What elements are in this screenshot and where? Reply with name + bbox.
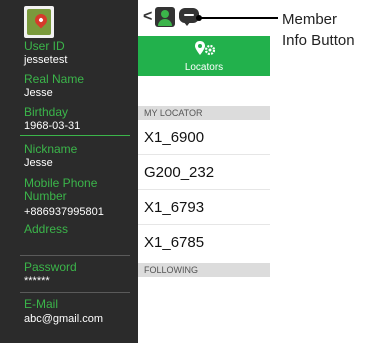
locator-item[interactable]: X1_6793 — [138, 191, 270, 225]
callout-label: Member Info Button — [282, 9, 378, 51]
locator-gear-icon — [195, 41, 216, 56]
password-value: ****** — [24, 275, 50, 287]
user-id-label: User ID — [24, 39, 65, 53]
address-label: Address — [24, 222, 69, 236]
divider — [20, 135, 130, 136]
locators-label: Locators — [184, 62, 224, 73]
member-info-button[interactable] — [155, 7, 175, 27]
nickname-value: Jesse — [24, 157, 53, 169]
divider — [20, 292, 130, 293]
email-label: E-Mail — [24, 297, 59, 311]
callout-line-2: Info Button — [282, 32, 355, 49]
profile-panel: User ID jessetest Real Name Jesse Birthd… — [0, 0, 138, 343]
mobile-phone-label: Mobile Phone Number — [24, 176, 98, 203]
my-locator-header: MY LOCATOR — [138, 106, 270, 120]
following-header: FOLLOWING — [138, 263, 270, 277]
back-chevron-icon[interactable]: < — [143, 9, 152, 25]
birthday-value: 1968-03-31 — [24, 120, 81, 132]
callout-line-1: Member — [282, 11, 338, 28]
callout-line — [198, 17, 278, 19]
password-label: Password — [24, 260, 77, 274]
birthday-label: Birthday — [24, 105, 69, 119]
divider — [20, 255, 130, 256]
mobile-phone-value: +886937995801 — [24, 206, 104, 218]
locator-item[interactable]: X1_6785 — [138, 226, 270, 260]
locators-tab[interactable]: Locators — [138, 36, 270, 76]
locator-item[interactable]: X1_6900 — [138, 121, 270, 155]
map-pin-icon — [27, 9, 51, 35]
nickname-label: Nickname — [24, 142, 78, 156]
real-name-label: Real Name — [24, 72, 85, 86]
locator-item[interactable]: G200_232 — [138, 156, 270, 190]
user-id-value: jessetest — [24, 54, 68, 66]
avatar[interactable] — [24, 6, 54, 38]
locator-panel: < Locators MY LOCATOR X1_6900 G200_232 X… — [138, 0, 270, 343]
email-value: abc@gmail.com — [24, 313, 104, 325]
real-name-value: Jesse — [24, 87, 53, 99]
